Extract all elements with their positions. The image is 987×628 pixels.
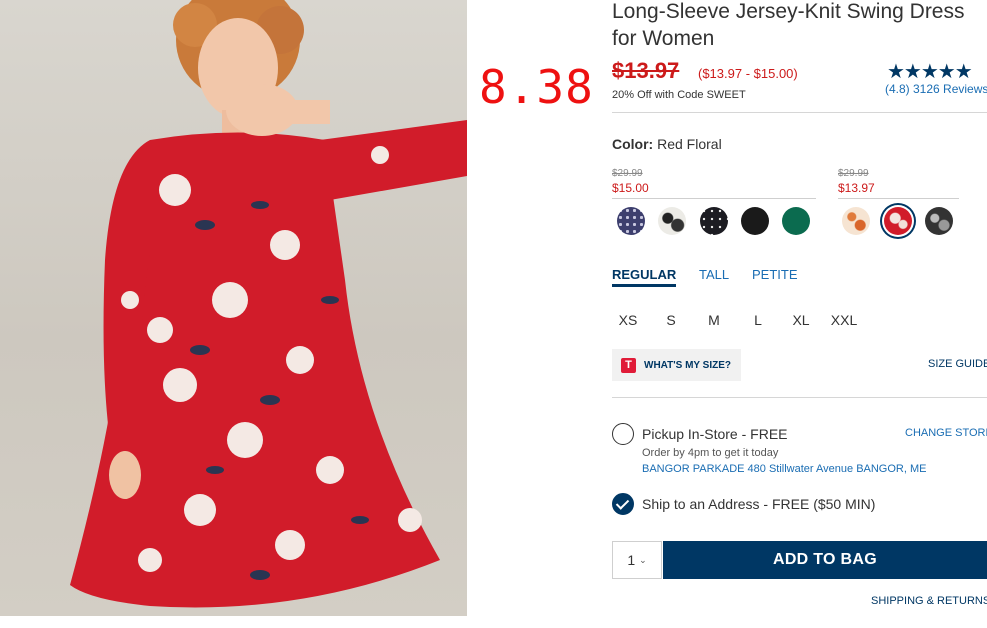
divider — [612, 112, 987, 113]
quantity-value: 1 — [627, 552, 636, 568]
tab-petite[interactable]: PETITE — [752, 267, 798, 282]
sale-price-range: ($13.97 - $15.00) — [698, 66, 798, 81]
color-name: Red Floral — [657, 136, 722, 152]
whats-my-size-label: WHAT'S MY SIZE? — [644, 359, 732, 371]
swatch-white-black-floral[interactable] — [658, 207, 686, 235]
store-address-link[interactable]: BANGOR PARKADE 480 Stillwater Avenue BAN… — [642, 463, 926, 475]
divider — [612, 397, 987, 398]
whats-my-size-button[interactable]: T WHAT'S MY SIZE? — [612, 349, 741, 381]
change-store-link[interactable]: CHANGE STORE — [905, 427, 987, 439]
swatch-black[interactable] — [741, 207, 769, 235]
quantity-select[interactable]: 1 ⌄ — [612, 541, 662, 579]
group1-original-price: $29.99 — [612, 168, 643, 179]
swatch-green[interactable] — [782, 207, 810, 235]
group1-divider — [612, 198, 816, 199]
product-title: Long-Sleeve Jersey-Knit Swing Dress for … — [612, 0, 987, 52]
pickup-radio[interactable] — [612, 423, 634, 445]
group2-sale-price: $13.97 — [838, 181, 875, 195]
rating-stars[interactable]: ★★★★★ — [887, 59, 973, 84]
swatch-black-white-floral[interactable] — [925, 207, 953, 235]
swatch-navy-dot[interactable] — [617, 207, 645, 235]
size-m[interactable]: M — [696, 312, 732, 328]
size-xxl[interactable]: XXL — [826, 312, 862, 328]
product-title-line-1: Long-Sleeve Jersey-Knit Swing Dress — [612, 0, 965, 23]
shipping-returns-link[interactable]: SHIPPING & RETURNS — [871, 595, 987, 607]
truefit-logo-icon: T — [621, 357, 636, 373]
tab-regular[interactable]: REGULAR — [612, 267, 677, 287]
size-xl[interactable]: XL — [783, 312, 819, 328]
color-label-key: Color: — [612, 136, 654, 152]
price-annotation: 8.38 — [479, 60, 594, 114]
product-image[interactable] — [0, 0, 467, 616]
swatch-peach-floral[interactable] — [842, 207, 870, 235]
add-to-bag-button[interactable]: ADD TO BAG — [663, 541, 987, 579]
swatch-red-floral-selected[interactable] — [884, 207, 912, 235]
reviews-link[interactable]: (4.8) 3126 Reviews — [885, 82, 987, 96]
promo-text: 20% Off with Code SWEET — [612, 89, 746, 101]
size-l[interactable]: L — [740, 312, 776, 328]
group2-divider — [838, 198, 959, 199]
ship-radio-checked[interactable] — [612, 493, 634, 515]
group2-original-price: $29.99 — [838, 168, 869, 179]
order-by-note: Order by 4pm to get it today — [642, 447, 779, 459]
original-price: $13.97 — [612, 58, 680, 83]
size-xs[interactable]: XS — [610, 312, 646, 328]
model-illustration — [70, 0, 467, 608]
size-s[interactable]: S — [653, 312, 689, 328]
size-guide-link[interactable]: SIZE GUIDE — [928, 358, 987, 370]
ship-to-address-label: Ship to an Address - FREE ($50 MIN) — [642, 496, 876, 512]
tab-tall[interactable]: TALL — [699, 267, 729, 282]
pickup-label: Pickup In-Store - FREE — [642, 426, 788, 442]
product-title-line-2: for Women — [612, 27, 715, 50]
color-label: Color: Red Floral — [612, 136, 722, 152]
swatch-black-dot[interactable] — [700, 207, 728, 235]
group1-sale-price: $15.00 — [612, 181, 649, 195]
chevron-down-icon: ⌄ — [639, 554, 647, 565]
